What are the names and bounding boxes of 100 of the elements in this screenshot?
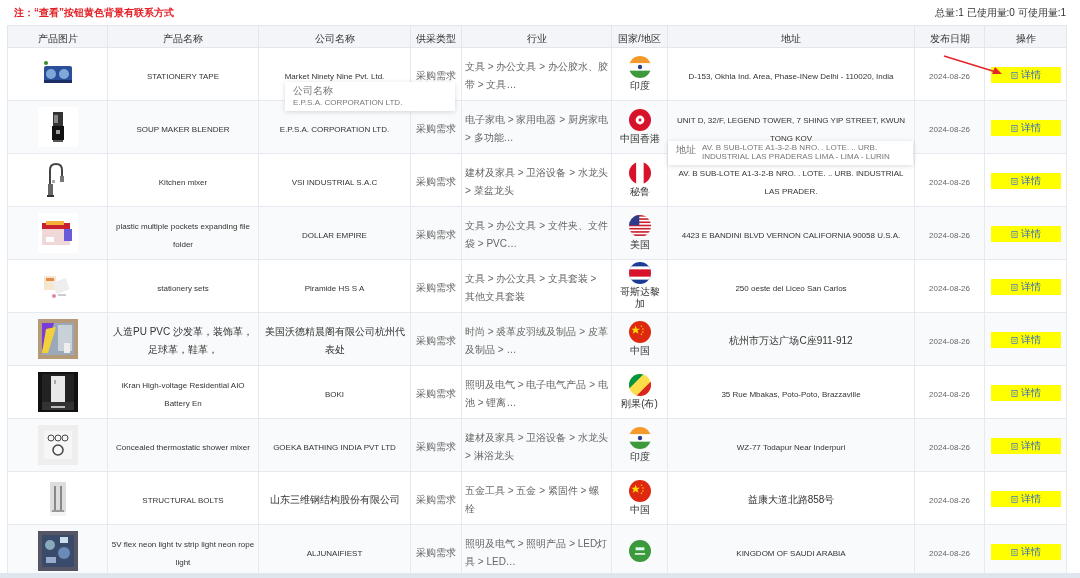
document-icon [1010,548,1018,556]
product-name: iKran High-voltage Residential AIO Battery En [121,381,245,408]
tooltip-text: E.P.S.A. CORPORATION LTD. [293,99,404,108]
flag-icon [628,321,651,343]
publish-date: 2024-08-26 [929,549,970,558]
industry-path: 文具 > 办公文具 > 文件夹、文件袋 > PVC… [465,220,608,249]
supply-type: 采购需求 [416,123,456,134]
product-name: STRUCTURAL BOLTS [142,496,224,505]
product-name: 5V flex neon light tv strip light neon rope light [111,540,255,567]
industry-path: 电子家电 > 家用电器 > 厨房家电 > 多功能… [465,114,608,143]
company-name: 美国沃德精晨阁有限公司杭州代表处 [264,326,405,355]
company-name: Piramide HS S A [304,284,365,293]
details-button[interactable]: 详情 [990,544,1061,561]
column-header: 地址 [781,32,801,44]
column-header: 公司名称 [314,32,355,44]
supply-type: 采购需求 [416,229,456,240]
address: D-153, Okhla Ind. Area, Phase-INew Delhi - 110020, India [688,72,894,81]
company-name: ALJUNAIFIEST [306,549,363,558]
address: 4423 E BANDINI BLVD VERNON CALIFORNIA 90058 U.S.A. [681,231,901,240]
address: 35 Rue Mbakas, Poto-Poto, Brazzaville [721,390,861,399]
details-button[interactable]: 详情 [990,332,1061,349]
document-icon [1010,336,1018,344]
column-header: 操作 [1015,32,1036,44]
document-icon [1010,495,1018,503]
industry-path: 时尚 > 裘革皮羽绒及制品 > 皮革及制品 > … [465,326,608,355]
document-icon [1010,71,1018,79]
column-header: 产品图片 [37,32,78,44]
country-name: 中国香港 [619,133,660,145]
publish-date: 2024-08-26 [929,284,970,293]
industry-path: 建材及家具 > 卫浴设备 > 水龙头 > 菜盆龙头 [465,167,608,196]
publish-date: 2024-08-26 [929,443,970,452]
product-name: Concealed thermostatic shower mixer [116,443,250,452]
product-name: 人造PU PVC 沙发革，装饰革，足球革，鞋革， [113,326,253,355]
industry-path: 文具 > 办公文具 > 文具套装 > 其他文具套装 [465,273,597,302]
company-name: E.P.S.A. CORPORATION LTD. [279,125,390,134]
product-name: SOUP MAKER BLENDER [136,125,230,134]
country-name: 刚果(布) [621,398,658,410]
address: 杭州市万达广场C座911-912 [729,335,853,346]
document-icon [1010,442,1018,450]
supply-type: 采购需求 [416,547,456,558]
flag-icon [628,427,651,449]
publish-date: 2024-08-26 [929,125,970,134]
notice-text: 注：“查看”按钮黄色背景有联系方式 [14,5,174,20]
company-name: VSI INDUSTRIAL S.A.C [291,178,378,187]
details-button[interactable]: 详情 [990,120,1061,137]
product-name: STATIONERY TAPE [147,72,219,81]
supply-type: 采购需求 [416,388,456,399]
tooltip-text: AV. B SUB-LOTE A1-3-2-B NRO. . LOTE. .. URB. INDUSTRIAL LAS PRADERAS LIMA - LIMA - LURIN [702,144,891,162]
document-icon [1010,283,1018,291]
supply-type: 采购需求 [416,494,456,505]
company-name: GOEKA BATHING INDIA PVT LTD [273,443,396,452]
quota-text: 总量:1 已使用量:0 可使用量:1 [935,5,1066,20]
industry-path: 五金工具 > 五金 > 紧固件 > 螺栓 [465,485,600,514]
supply-type: 采购需求 [416,70,456,81]
product-name: stationery sets [157,284,209,293]
address: UNIT D, 32/F, LEGEND TOWER, 7 SHING YIP STREET, KWUN TONG KOV [676,116,906,143]
flag-icon [628,215,651,237]
column-header: 行业 [526,32,547,44]
supply-type: 采购需求 [416,176,456,187]
publish-date: 2024-08-26 [929,337,970,346]
details-button[interactable]: 详情 [990,226,1061,243]
company-name: DOLLAR EMPIRE [302,231,367,240]
scrollbar[interactable] [0,573,1080,578]
tooltip-title: 地址 [676,144,696,156]
country-name: 中国 [629,504,650,516]
flag-icon [628,262,651,284]
company-name: BOKI [324,390,345,399]
details-button[interactable]: 详情 [990,67,1061,84]
country-name: 印度 [629,80,650,92]
supply-type: 采购需求 [416,441,456,452]
flag-icon [628,540,651,562]
column-header: 供采类型 [416,32,456,44]
country-name: 美国 [629,239,650,251]
column-header: 产品名称 [163,32,203,44]
product-name: plastic multiple pockets expanding file folder [116,222,250,249]
address: 250 oeste del Liceo San Carlos [735,284,847,293]
details-button[interactable]: 详情 [990,491,1061,508]
product-name: Kitchen mixer [158,178,208,187]
industry-path: 文具 > 办公文具 > 办公胶水、胶带 > 文具… [465,61,608,90]
address: KINGDOM OF SAUDI ARABIA [736,549,846,558]
details-button[interactable]: 详情 [990,385,1061,402]
industry-path: 照明及电气 > 照明产品 > LED灯具 > LED… [465,538,608,567]
document-icon [1010,177,1018,185]
publish-date: 2024-08-26 [929,231,970,240]
details-button[interactable]: 详情 [990,173,1061,190]
column-header: 发布日期 [929,32,970,44]
supply-type: 采购需求 [416,282,456,293]
company-name: 山东三维钢结构股份有限公司 [269,494,400,505]
flag-icon [628,162,651,184]
document-icon [1010,230,1018,238]
publish-date: 2024-08-26 [929,496,970,505]
tooltip-title: 公司名称 [293,85,334,97]
column-header: 国家/地区 [618,32,661,44]
details-button[interactable]: 详情 [990,279,1061,296]
publish-date: 2024-08-26 [929,72,970,81]
publish-date: 2024-08-26 [929,178,970,187]
country-name: 中国 [629,345,650,357]
flag-icon [628,374,651,396]
details-button[interactable]: 详情 [990,438,1061,455]
country-name: 哥斯达黎加 [618,286,661,310]
